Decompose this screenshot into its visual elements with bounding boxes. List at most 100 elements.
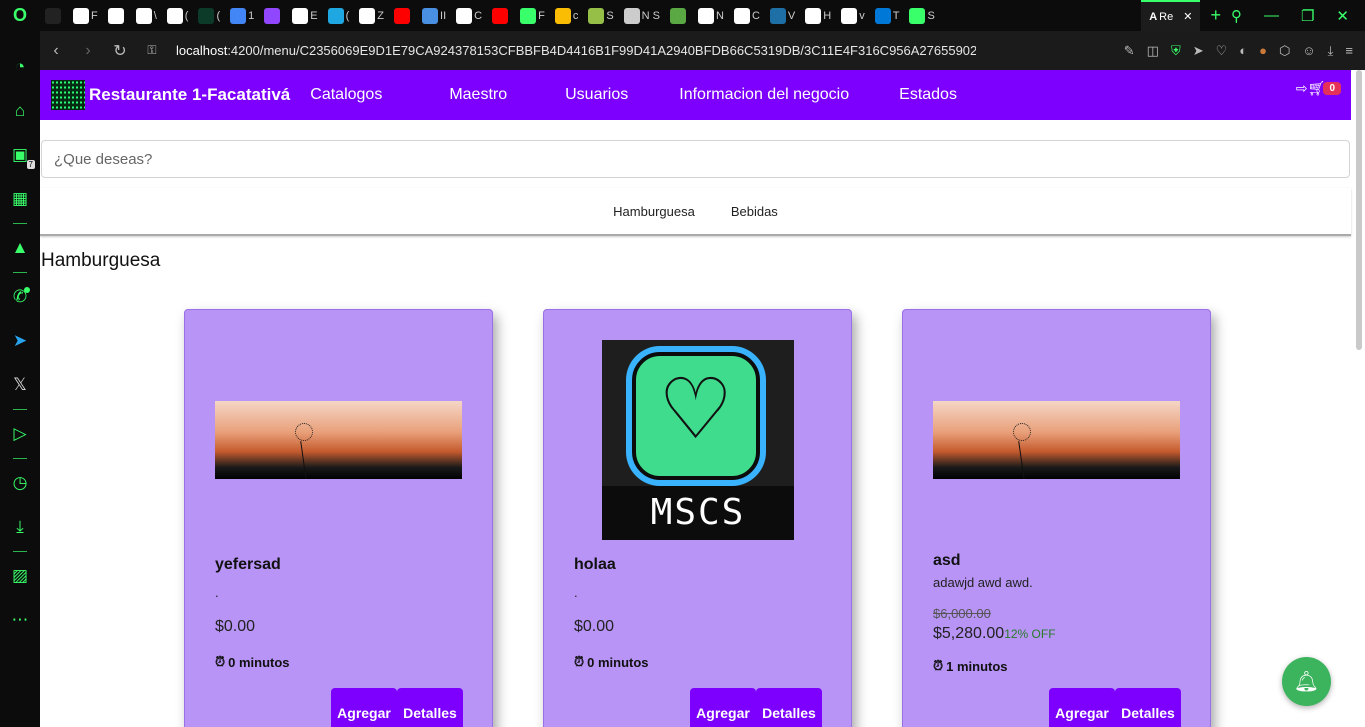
reload-icon[interactable]: ↻ [104,41,136,61]
notification-dot [24,287,30,293]
opera-menu-icon[interactable]: O [0,0,40,31]
details-button[interactable]: Detalles [1115,688,1181,727]
cube-icon[interactable]: ⬡ [1279,43,1290,59]
brand-name[interactable]: Restaurante 1-Facatativá [89,85,290,105]
page-scrollbar[interactable] [1356,70,1362,350]
nav-usuarios[interactable]: Usuarios [565,86,628,104]
close-window-icon[interactable]: ✕ [1336,7,1349,25]
browser-tab-bar: O F \ ((1 E (Z II C Fc S N S N C V Hv T S A Re ✕ + ⚲ — … [0,0,1365,31]
tab-favicon-icon [107,7,124,24]
x-icon[interactable]: 𝕏 [0,363,40,407]
tab-favicon-icon [456,7,473,24]
nav-estados[interactable]: Estados [899,86,957,104]
telegram-icon[interactable]: ➤ [0,319,40,363]
twitch-icon[interactable]: ▣ 7 [0,133,40,177]
browser-tab[interactable]: 1 [225,0,259,31]
heart-logo-graphic [632,352,760,480]
bag-icon[interactable]: ⌂ [0,89,40,133]
speed-dial-icon[interactable]: ◔ [0,45,40,89]
add-button[interactable]: Agregar [1049,688,1115,727]
downloads-icon[interactable]: ⤓ [0,505,40,549]
address-bar-icons: ✎ ◫ ⛨ ➤ ♡ ◐ ● ⬡ ☺ ⤓ ≡ [1124,43,1365,59]
history-icon[interactable]: ◷ [0,461,40,505]
player-icon[interactable]: ▷ [0,412,40,456]
browser-tab[interactable] [259,0,287,31]
browser-tab[interactable]: N S [619,0,665,31]
browser-tab[interactable]: C [729,0,765,31]
edit-icon[interactable]: ✎ [1124,43,1135,59]
back-icon[interactable]: ‹ [40,42,72,60]
browser-tab[interactable]: N [693,0,729,31]
browser-tab[interactable] [389,0,417,31]
category-hamburguesa[interactable]: Hamburguesa [613,204,695,219]
tab-label: ( [345,9,350,22]
tab-favicon-icon [359,7,376,24]
browser-tab[interactable]: ( [162,0,194,31]
browser-tab[interactable]: II [417,0,451,31]
details-button[interactable]: Detalles [756,688,822,727]
browser-tab[interactable]: E [287,0,322,31]
details-button[interactable]: Detalles [397,688,463,727]
more-icon[interactable]: ⋯ [0,598,40,642]
browser-tab[interactable]: c [550,0,584,31]
menu-icon[interactable]: ≡ [1345,43,1353,59]
browser-tab[interactable]: \ [131,0,162,31]
browser-tab[interactable]: ( [193,0,225,31]
tab-favicon-icon [198,7,215,24]
browser-tab[interactable]: C [451,0,487,31]
whatsapp-icon[interactable]: ✆ [0,275,40,319]
snapshot-icon[interactable]: ◫ [1147,43,1159,59]
browser-tab[interactable]: Z [354,0,389,31]
browser-tab[interactable]: F [68,0,103,31]
new-tab-button[interactable]: + [1200,5,1231,26]
browser-tab[interactable]: S [583,0,618,31]
tab-favicon-icon [45,7,61,24]
close-tab-icon[interactable]: ✕ [1183,10,1192,23]
brand-logo[interactable] [51,80,85,110]
browser-tab[interactable] [103,0,131,31]
add-button[interactable]: Agregar [331,688,397,727]
search-input[interactable] [42,141,1349,177]
logo-text: MSCS [602,486,794,540]
tab-label: N S [641,9,661,22]
tab-active[interactable]: A Re ✕ [1141,0,1201,31]
browser-tab[interactable]: T [870,0,905,31]
search-tabs-icon[interactable]: ⚲ [1231,7,1242,25]
nav-informacion[interactable]: Informacion del negocio [679,86,849,104]
profile-icon[interactable]: ☺ [1302,43,1315,59]
dandelion-graphic [1013,423,1031,441]
browser-tab[interactable] [665,0,693,31]
restore-icon[interactable]: ❐ [1301,7,1314,25]
extension-icon[interactable]: ◐ [1239,43,1247,59]
tab-favicon-icon [135,7,152,24]
browser-tab[interactable] [487,0,515,31]
aria-icon[interactable]: ▲ [0,226,40,270]
nav-catalogos[interactable]: Catalogos [310,86,382,104]
site-info-icon[interactable]: ⚿ [136,43,168,58]
browser-tab[interactable]: ( [323,0,355,31]
browser-tab[interactable]: v [836,0,870,31]
tab-label: S [927,9,935,22]
browser-tab[interactable]: V [765,0,800,31]
browser-tab[interactable]: S [904,0,939,31]
chip-icon[interactable]: ▦ [0,177,40,221]
notifications-bell-button[interactable]: 🔔︎ [1282,657,1331,706]
product-description: . [215,585,219,600]
browser-tab[interactable]: F [515,0,550,31]
category-bebidas[interactable]: Bebidas [731,204,778,219]
browser-tab[interactable]: H [800,0,836,31]
gallery-icon[interactable]: ▨ [0,554,40,598]
add-button[interactable]: Agregar [690,688,756,727]
download-icon[interactable]: ⤓ [1328,43,1334,59]
logout-icon[interactable]: ⇨ [1296,80,1308,97]
url-field[interactable]: localhost:4200/menu/C2356069E9D1E79CA924… [176,43,976,58]
adblock-shield-icon[interactable]: ⛨ [1171,43,1181,59]
minimize-icon[interactable]: — [1264,7,1279,25]
alarm-clock-icon: ⏰︎ [215,654,226,669]
heart-icon[interactable]: ♡ [1216,43,1228,59]
nav-maestro[interactable]: Maestro [449,86,507,104]
send-icon[interactable]: ➤ [1193,43,1204,59]
cookie-icon[interactable]: ● [1259,43,1267,59]
forward-icon[interactable]: › [72,42,104,60]
browser-tab[interactable] [40,0,68,31]
